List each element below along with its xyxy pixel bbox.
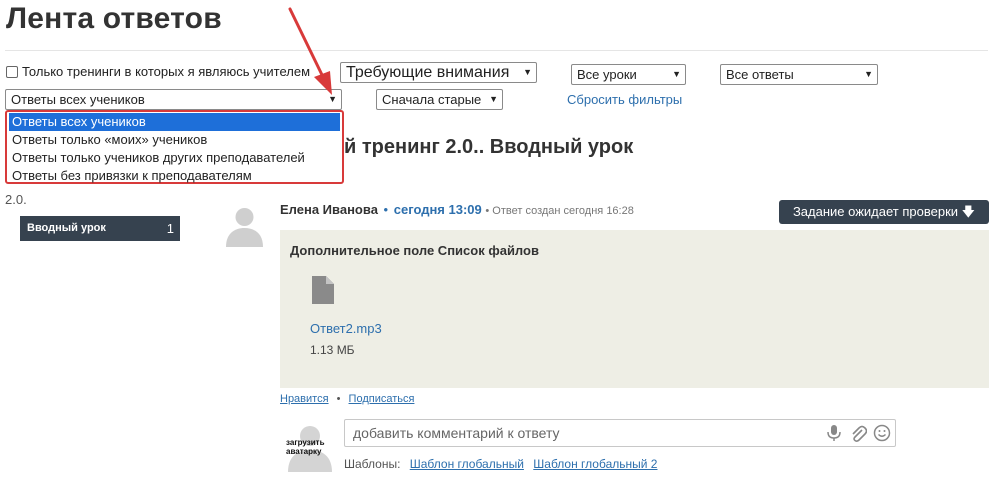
sidebar-item-count: 1: [166, 221, 174, 236]
attention-select-value: Требующие внимания: [346, 64, 510, 81]
emoji-icon[interactable]: [873, 423, 891, 443]
separator-dot: •: [383, 202, 389, 217]
answer-actions: Нравится • Подписаться: [280, 393, 414, 405]
file-icon[interactable]: [312, 276, 334, 304]
answer-content: Дополнительное поле Список файлов Ответ2…: [280, 230, 989, 388]
file-link[interactable]: Ответ2.mp3: [310, 321, 382, 336]
dropdown-option-others[interactable]: Ответы только учеников других преподават…: [9, 149, 340, 167]
templates-row: Шаблоны: Шаблон глобальный Шаблон глобал…: [344, 457, 657, 471]
sort-select[interactable]: Сначала старые ▼: [376, 89, 503, 110]
microphone-icon[interactable]: [825, 423, 843, 443]
paperclip-icon[interactable]: [849, 423, 867, 443]
file-size: 1.13 МБ: [310, 343, 355, 357]
subscribe-link[interactable]: Подписаться: [349, 393, 415, 405]
chevron-down-icon: ▼: [672, 69, 681, 79]
comment-placeholder: добавить комментарий к ответу: [353, 425, 560, 441]
chevron-down-icon: ▼: [523, 67, 532, 77]
status-awaiting-review-button[interactable]: Задание ожидает проверки 🡇: [779, 200, 989, 224]
training-heading: й тренинг 2.0.. Вводный урок: [344, 136, 634, 158]
chevron-down-icon: ▼: [489, 94, 498, 104]
sort-select-value: Сначала старые: [382, 92, 482, 107]
arrow-down-icon: 🡇: [961, 204, 976, 219]
field-title: Дополнительное поле Список файлов: [290, 243, 539, 258]
answers-select[interactable]: Все ответы ▼: [720, 64, 878, 85]
chevron-down-icon: ▼: [864, 69, 873, 79]
sidebar-item-lesson[interactable]: Вводный урок 1: [20, 216, 180, 241]
students-select-value: Ответы всех учеников: [11, 92, 145, 107]
page-title: Лента ответов: [6, 2, 222, 35]
answers-select-value: Все ответы: [726, 67, 794, 82]
template-link-1[interactable]: Шаблон глобальный: [410, 457, 524, 471]
dropdown-option-all[interactable]: Ответы всех учеников: [9, 113, 340, 131]
training-version-text: 2.0.: [5, 192, 27, 207]
attention-select[interactable]: Требующие внимания ▼: [340, 62, 537, 83]
answer-header: Елена Иванова • сегодня 13:09 • Ответ со…: [280, 202, 634, 217]
red-arrow-icon: [288, 7, 332, 95]
templates-label: Шаблоны:: [344, 457, 401, 471]
lessons-select-value: Все уроки: [577, 67, 637, 82]
status-button-label: Задание ожидает проверки: [792, 204, 959, 219]
dropdown-option-mine[interactable]: Ответы только «моих» учеников: [9, 131, 340, 149]
actions-separator: •: [336, 393, 341, 405]
upload-avatar-label[interactable]: загрузить аватарку: [286, 438, 336, 456]
dropdown-option-unassigned[interactable]: Ответы без привязки к преподавателям: [9, 167, 340, 185]
header-divider: [5, 50, 988, 51]
reset-filters-link[interactable]: Сбросить фильтры: [567, 92, 682, 107]
comment-input[interactable]: добавить комментарий к ответу: [344, 419, 896, 447]
only-my-trainings-checkbox[interactable]: [6, 66, 18, 78]
like-link[interactable]: Нравится: [280, 393, 329, 405]
template-link-2[interactable]: Шаблон глобальный 2: [533, 457, 657, 471]
students-dropdown-list[interactable]: Ответы всех учеников Ответы только «моих…: [5, 110, 344, 184]
answer-time-link[interactable]: сегодня 13:09: [394, 202, 482, 217]
lessons-select[interactable]: Все уроки ▼: [571, 64, 686, 85]
sidebar-item-label: Вводный урок: [27, 222, 106, 234]
answer-created-meta: • Ответ создан сегодня 16:28: [485, 205, 634, 217]
user-avatar-icon[interactable]: [221, 200, 268, 247]
author-name[interactable]: Елена Иванова: [280, 202, 378, 217]
